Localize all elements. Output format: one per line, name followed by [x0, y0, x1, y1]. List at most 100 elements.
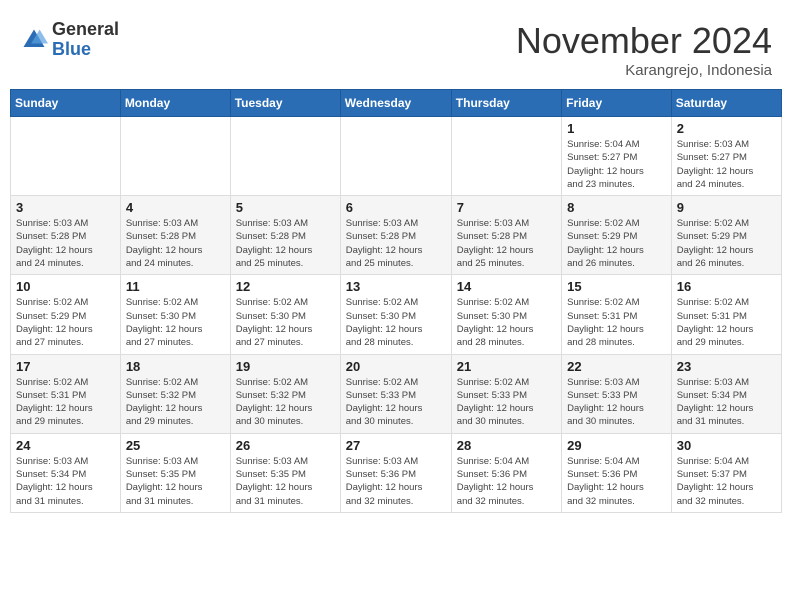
day-number: 3	[16, 200, 115, 215]
day-number: 23	[677, 359, 776, 374]
calendar-week-row: 3 Sunrise: 5:03 AM Sunset: 5:28 PM Daylig…	[11, 196, 782, 275]
day-info: Sunrise: 5:02 AM Sunset: 5:29 PM Dayligh…	[16, 296, 115, 349]
logo-blue-text: Blue	[52, 39, 91, 59]
day-number: 20	[346, 359, 446, 374]
day-info: Sunrise: 5:03 AM Sunset: 5:28 PM Dayligh…	[457, 217, 556, 270]
calendar-cell: 14 Sunrise: 5:02 AM Sunset: 5:30 PM Dayli…	[451, 275, 561, 354]
calendar-cell	[451, 117, 561, 196]
calendar-table: SundayMondayTuesdayWednesdayThursdayFrid…	[10, 89, 782, 513]
day-number: 7	[457, 200, 556, 215]
day-number: 16	[677, 279, 776, 294]
day-number: 15	[567, 279, 666, 294]
day-info: Sunrise: 5:02 AM Sunset: 5:30 PM Dayligh…	[126, 296, 225, 349]
day-info: Sunrise: 5:03 AM Sunset: 5:28 PM Dayligh…	[16, 217, 115, 270]
calendar-week-row: 1Sunrise: 5:04 AM Sunset: 5:27 PM Daylig…	[11, 117, 782, 196]
day-number: 4	[126, 200, 225, 215]
day-number: 10	[16, 279, 115, 294]
calendar-cell: 5Sunrise: 5:03 AM Sunset: 5:28 PM Daylig…	[230, 196, 340, 275]
day-number: 11	[126, 279, 225, 294]
calendar-cell: 17 Sunrise: 5:02 AM Sunset: 5:31 PM Dayli…	[11, 354, 121, 433]
day-info: Sunrise: 5:02 AM Sunset: 5:32 PM Dayligh…	[236, 376, 335, 429]
column-header-friday: Friday	[562, 90, 672, 117]
day-number: 8	[567, 200, 666, 215]
day-number: 18	[126, 359, 225, 374]
logo: General Blue	[20, 20, 119, 60]
day-info: Sunrise: 5:04 AM Sunset: 5:36 PM Dayligh…	[567, 455, 666, 508]
day-info: Sunrise: 5:03 AM Sunset: 5:28 PM Dayligh…	[236, 217, 335, 270]
day-info: Sunrise: 5:02 AM Sunset: 5:33 PM Dayligh…	[346, 376, 446, 429]
day-number: 2	[677, 121, 776, 136]
calendar-cell: 2Sunrise: 5:03 AM Sunset: 5:27 PM Daylig…	[671, 117, 781, 196]
calendar-cell: 9Sunrise: 5:02 AM Sunset: 5:29 PM Daylig…	[671, 196, 781, 275]
calendar-cell: 25Sunrise: 5:03 AM Sunset: 5:35 PM Dayli…	[120, 433, 230, 512]
logo-general-text: General	[52, 19, 119, 39]
calendar-week-row: 24 Sunrise: 5:03 AM Sunset: 5:34 PM Dayli…	[11, 433, 782, 512]
day-info: Sunrise: 5:02 AM Sunset: 5:30 PM Dayligh…	[236, 296, 335, 349]
day-number: 28	[457, 438, 556, 453]
day-number: 21	[457, 359, 556, 374]
day-number: 25	[126, 438, 225, 453]
column-header-thursday: Thursday	[451, 90, 561, 117]
calendar-cell: 1Sunrise: 5:04 AM Sunset: 5:27 PM Daylig…	[562, 117, 672, 196]
day-number: 14	[457, 279, 556, 294]
day-number: 22	[567, 359, 666, 374]
day-info: Sunrise: 5:02 AM Sunset: 5:31 PM Dayligh…	[567, 296, 666, 349]
day-info: Sunrise: 5:02 AM Sunset: 5:32 PM Dayligh…	[126, 376, 225, 429]
page-header: General Blue November 2024 Karangrejo, I…	[10, 10, 782, 84]
day-number: 26	[236, 438, 335, 453]
calendar-cell	[11, 117, 121, 196]
calendar-header-row: SundayMondayTuesdayWednesdayThursdayFrid…	[11, 90, 782, 117]
calendar-cell	[230, 117, 340, 196]
calendar-cell: 7 Sunrise: 5:03 AM Sunset: 5:28 PM Daylig…	[451, 196, 561, 275]
calendar-cell: 15 Sunrise: 5:02 AM Sunset: 5:31 PM Dayli…	[562, 275, 672, 354]
day-number: 30	[677, 438, 776, 453]
calendar-cell: 24 Sunrise: 5:03 AM Sunset: 5:34 PM Dayli…	[11, 433, 121, 512]
calendar-cell: 21Sunrise: 5:02 AM Sunset: 5:33 PM Dayli…	[451, 354, 561, 433]
calendar-cell: 23 Sunrise: 5:03 AM Sunset: 5:34 PM Dayli…	[671, 354, 781, 433]
day-number: 9	[677, 200, 776, 215]
day-number: 13	[346, 279, 446, 294]
month-title: November 2024	[516, 20, 772, 62]
calendar-cell: 3 Sunrise: 5:03 AM Sunset: 5:28 PM Daylig…	[11, 196, 121, 275]
calendar-cell: 16Sunrise: 5:02 AM Sunset: 5:31 PM Dayli…	[671, 275, 781, 354]
calendar-cell: 30Sunrise: 5:04 AM Sunset: 5:37 PM Dayli…	[671, 433, 781, 512]
day-number: 24	[16, 438, 115, 453]
calendar-cell: 27 Sunrise: 5:03 AM Sunset: 5:36 PM Dayli…	[340, 433, 451, 512]
column-header-saturday: Saturday	[671, 90, 781, 117]
title-block: November 2024 Karangrejo, Indonesia	[516, 20, 772, 79]
day-info: Sunrise: 5:03 AM Sunset: 5:34 PM Dayligh…	[16, 455, 115, 508]
day-info: Sunrise: 5:02 AM Sunset: 5:30 PM Dayligh…	[346, 296, 446, 349]
day-info: Sunrise: 5:03 AM Sunset: 5:36 PM Dayligh…	[346, 455, 446, 508]
day-info: Sunrise: 5:03 AM Sunset: 5:33 PM Dayligh…	[567, 376, 666, 429]
day-number: 12	[236, 279, 335, 294]
day-info: Sunrise: 5:04 AM Sunset: 5:27 PM Dayligh…	[567, 138, 666, 191]
day-info: Sunrise: 5:02 AM Sunset: 5:29 PM Dayligh…	[567, 217, 666, 270]
calendar-cell: 28 Sunrise: 5:04 AM Sunset: 5:36 PM Dayli…	[451, 433, 561, 512]
column-header-wednesday: Wednesday	[340, 90, 451, 117]
calendar-cell: 4 Sunrise: 5:03 AM Sunset: 5:28 PM Daylig…	[120, 196, 230, 275]
day-number: 17	[16, 359, 115, 374]
calendar-cell: 10 Sunrise: 5:02 AM Sunset: 5:29 PM Dayli…	[11, 275, 121, 354]
calendar-cell: 19 Sunrise: 5:02 AM Sunset: 5:32 PM Dayli…	[230, 354, 340, 433]
day-info: Sunrise: 5:02 AM Sunset: 5:30 PM Dayligh…	[457, 296, 556, 349]
day-number: 19	[236, 359, 335, 374]
day-number: 27	[346, 438, 446, 453]
day-info: Sunrise: 5:04 AM Sunset: 5:36 PM Dayligh…	[457, 455, 556, 508]
day-info: Sunrise: 5:03 AM Sunset: 5:28 PM Dayligh…	[346, 217, 446, 270]
day-info: Sunrise: 5:03 AM Sunset: 5:34 PM Dayligh…	[677, 376, 776, 429]
day-info: Sunrise: 5:02 AM Sunset: 5:31 PM Dayligh…	[16, 376, 115, 429]
calendar-cell	[340, 117, 451, 196]
calendar-week-row: 10 Sunrise: 5:02 AM Sunset: 5:29 PM Dayli…	[11, 275, 782, 354]
calendar-week-row: 17 Sunrise: 5:02 AM Sunset: 5:31 PM Dayli…	[11, 354, 782, 433]
logo-icon	[20, 26, 48, 54]
calendar-cell: 8 Sunrise: 5:02 AM Sunset: 5:29 PM Daylig…	[562, 196, 672, 275]
day-info: Sunrise: 5:03 AM Sunset: 5:28 PM Dayligh…	[126, 217, 225, 270]
calendar-cell: 6Sunrise: 5:03 AM Sunset: 5:28 PM Daylig…	[340, 196, 451, 275]
calendar-cell: 29 Sunrise: 5:04 AM Sunset: 5:36 PM Dayli…	[562, 433, 672, 512]
column-header-sunday: Sunday	[11, 90, 121, 117]
calendar-cell: 20 Sunrise: 5:02 AM Sunset: 5:33 PM Dayli…	[340, 354, 451, 433]
day-info: Sunrise: 5:03 AM Sunset: 5:35 PM Dayligh…	[236, 455, 335, 508]
calendar-cell: 18 Sunrise: 5:02 AM Sunset: 5:32 PM Dayli…	[120, 354, 230, 433]
calendar-cell: 13 Sunrise: 5:02 AM Sunset: 5:30 PM Dayli…	[340, 275, 451, 354]
day-number: 29	[567, 438, 666, 453]
